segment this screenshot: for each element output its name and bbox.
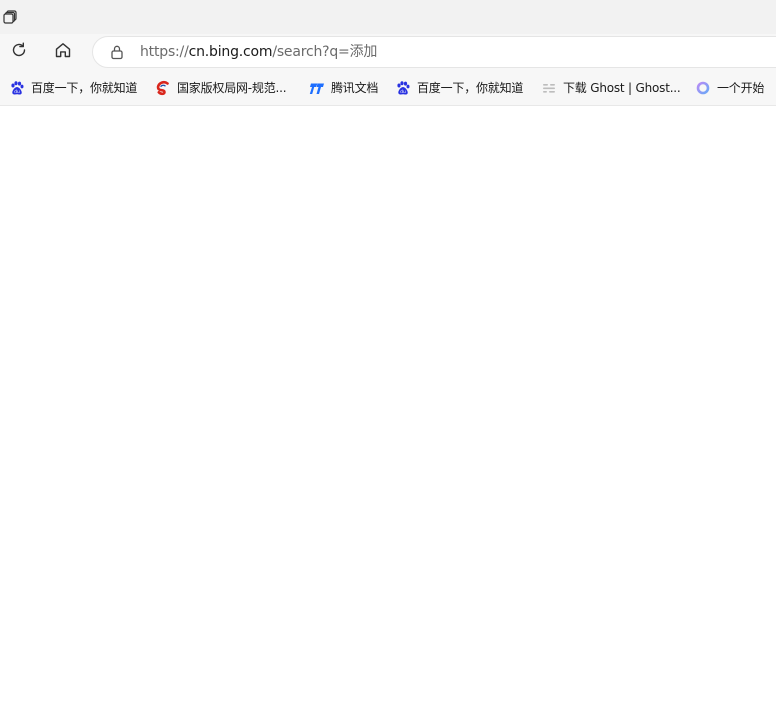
tencent-docs-icon: [309, 80, 325, 96]
home-icon: [54, 41, 72, 63]
bookmarks-bar: du 百度一下，你就知道 国家版权局网-规范... 腾讯文档 du 百度一下，你…: [0, 70, 776, 106]
page-content: [0, 106, 776, 706]
bookmark-label: 国家版权局网-规范...: [177, 81, 287, 95]
baidu-paw-icon: du: [9, 80, 25, 96]
address-bar[interactable]: https://cn.bing.com/search?q=添加: [92, 36, 776, 68]
url-scheme: https://: [140, 44, 189, 60]
bookmark-label: 下载 Ghost | Ghost...: [563, 81, 681, 95]
bookmark-ghost[interactable]: 下载 Ghost | Ghost...: [541, 78, 681, 98]
bookmark-label: 百度一下，你就知道: [31, 81, 138, 95]
browser-window: https://cn.bing.com/search?q=添加 du 百度一下，…: [0, 0, 776, 706]
url-text[interactable]: https://cn.bing.com/search?q=添加: [140, 44, 377, 60]
tab-actions-icon[interactable]: [1, 8, 19, 26]
svg-text:du: du: [400, 89, 406, 95]
bookmark-start[interactable]: 一个开始: [695, 78, 764, 98]
navigation-toolbar: https://cn.bing.com/search?q=添加: [0, 34, 776, 70]
bookmark-label: 一个开始: [717, 81, 765, 95]
bookmark-baidu-1[interactable]: du 百度一下，你就知道: [9, 78, 137, 98]
copyright-logo-icon: [155, 80, 171, 96]
bookmark-baidu-2[interactable]: du 百度一下，你就知道: [395, 78, 523, 98]
ghost-lines-icon: [541, 80, 557, 96]
bookmark-copyright-office[interactable]: 国家版权局网-规范...: [155, 78, 287, 98]
bookmark-label: 百度一下，你就知道: [417, 81, 524, 95]
baidu-paw-icon: du: [395, 80, 411, 96]
url-path: /search?q=添加: [272, 44, 378, 60]
refresh-button[interactable]: [4, 37, 34, 67]
home-button[interactable]: [48, 37, 78, 67]
tab-strip: [0, 0, 776, 34]
lock-icon[interactable]: [109, 44, 125, 60]
bookmark-tencent-docs[interactable]: 腾讯文档: [309, 78, 378, 98]
ring-icon: [695, 80, 711, 96]
url-host: cn.bing.com: [188, 44, 273, 60]
svg-text:du: du: [14, 89, 20, 95]
bookmark-label: 腾讯文档: [331, 81, 379, 95]
refresh-icon: [10, 41, 28, 63]
